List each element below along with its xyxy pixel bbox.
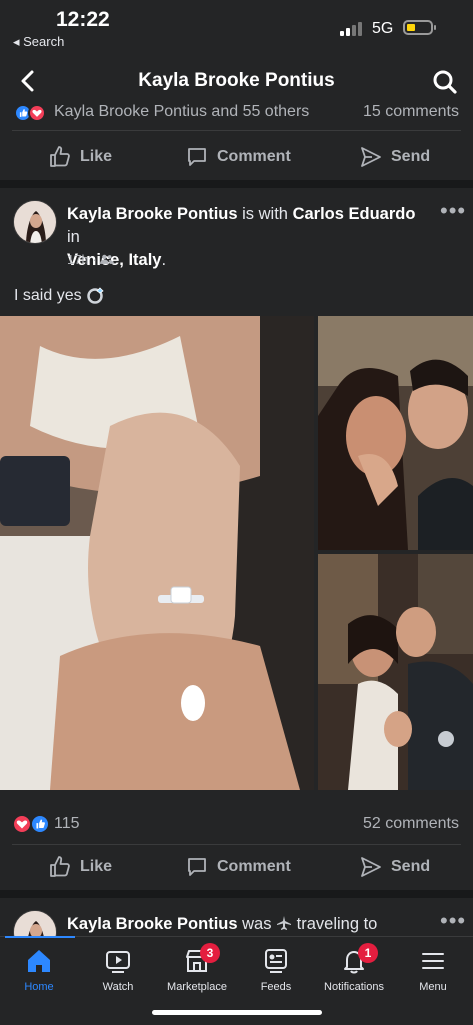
- signal-icon: [340, 22, 364, 36]
- post-caption: I said yes: [14, 287, 82, 304]
- author-name[interactable]: Kayla Brooke Pontius: [67, 205, 238, 223]
- next-author-avatar[interactable]: [13, 910, 57, 936]
- comment-button[interactable]: Comment: [185, 844, 291, 890]
- connector-text: is with: [237, 205, 293, 223]
- marketplace-badge: 3: [200, 943, 220, 963]
- previous-comment-button[interactable]: Comment: [185, 134, 291, 180]
- menu-icon: [422, 953, 444, 969]
- avatar-photo: [14, 911, 56, 936]
- send-label: Send: [391, 148, 431, 165]
- comments-count[interactable]: 52 comments: [363, 815, 459, 833]
- status-bar: 12:22 ◂ Search 5G: [0, 0, 473, 58]
- love-reaction-icon: [12, 814, 32, 834]
- couple-night-photo: [318, 554, 473, 790]
- like-label: Like: [80, 148, 113, 165]
- battery-icon: [403, 20, 436, 35]
- couple-photo-bottom[interactable]: [318, 554, 473, 790]
- network-label: 5G: [372, 20, 394, 37]
- tab-notifications[interactable]: 1 Notifications: [314, 943, 394, 993]
- next-post-options-button[interactable]: •••: [440, 908, 466, 934]
- send-icon: [361, 147, 381, 167]
- tagged-person[interactable]: Carlos Eduardo: [293, 205, 416, 223]
- back-to-search-link[interactable]: ◂ Search: [13, 34, 64, 50]
- like-reaction-icon: [30, 814, 50, 834]
- active-tab-indicator: [5, 936, 75, 938]
- tab-menu-label: Menu: [419, 981, 447, 993]
- status-time: 12:22: [56, 8, 110, 31]
- post-header-text: Kayla Brooke Pontius is with Carlos Edua…: [67, 203, 427, 272]
- post-options-button[interactable]: •••: [440, 198, 466, 224]
- reactions-row[interactable]: 115 52 comments: [12, 812, 461, 836]
- author-avatar[interactable]: [13, 200, 57, 244]
- watch-icon: [106, 951, 130, 973]
- divider: [12, 130, 461, 131]
- tab-watch-label: Watch: [102, 981, 134, 993]
- comment-label: Comment: [217, 858, 291, 875]
- home-indicator[interactable]: [152, 1010, 322, 1015]
- search-icon: [433, 70, 457, 94]
- location-prefix: in: [67, 228, 80, 246]
- airplane-icon: [277, 916, 292, 930]
- couple-photo-top[interactable]: [318, 316, 473, 550]
- previous-reactions-row[interactable]: Kayla Brooke Pontius and 55 others 15 co…: [14, 104, 464, 122]
- feeds-icon: [265, 949, 287, 973]
- send-label: Send: [391, 858, 431, 875]
- reaction-count: 115: [54, 815, 80, 832]
- thumbs-up-icon: [50, 856, 70, 877]
- post-time[interactable]: 17h: [67, 252, 89, 267]
- thumbs-up-icon: [50, 146, 70, 167]
- comment-label: Comment: [217, 148, 291, 165]
- avatar-photo: [14, 201, 56, 243]
- notifications-badge: 1: [358, 943, 378, 963]
- next-connector: was: [237, 915, 277, 933]
- post-text: I said yes: [14, 284, 106, 305]
- tab-notifications-label: Notifications: [324, 981, 384, 993]
- location-suffix: .: [161, 251, 167, 269]
- post-card: Kayla Brooke Pontius is with Carlos Edua…: [0, 188, 473, 890]
- love-reaction-icon: [28, 104, 46, 122]
- like-button[interactable]: Like: [48, 844, 112, 890]
- tab-home[interactable]: Home: [0, 947, 79, 993]
- post-meta: 17h ·: [67, 252, 115, 267]
- page-title: Kayla Brooke Pontius: [138, 70, 335, 91]
- tab-feeds-label: Feeds: [260, 981, 292, 993]
- search-button[interactable]: [432, 69, 458, 95]
- previous-reactions-text: Kayla Brooke Pontius and 55 others: [54, 104, 310, 120]
- next-activity: traveling to: [292, 915, 378, 933]
- like-label: Like: [80, 858, 113, 875]
- comment-icon: [188, 148, 206, 166]
- top-nav-bar: Kayla Brooke Pontius: [0, 58, 473, 108]
- next-author-name[interactable]: Kayla Brooke Pontius: [67, 915, 238, 933]
- previous-like-button[interactable]: Like: [48, 134, 112, 180]
- previous-post-footer: Kayla Brooke Pontius and 55 others 15 co…: [0, 104, 473, 180]
- tab-marketplace[interactable]: 3 Marketplace: [157, 943, 237, 993]
- next-post-header: Kayla Brooke Pontius was traveling to: [67, 913, 427, 936]
- previous-comments-count[interactable]: 15 comments: [363, 104, 459, 121]
- tab-feeds[interactable]: Feeds: [236, 947, 316, 993]
- comment-icon: [188, 858, 206, 876]
- friends-audience-icon: [100, 254, 115, 264]
- home-icon: [28, 950, 50, 972]
- couple-selfie-photo: [318, 316, 473, 550]
- send-button[interactable]: Send: [359, 844, 430, 890]
- ring-hand-photo: [0, 316, 314, 790]
- tab-menu[interactable]: Menu: [393, 947, 473, 993]
- tab-watch[interactable]: Watch: [78, 947, 158, 993]
- tab-home-label: Home: [24, 981, 54, 993]
- send-icon: [361, 857, 381, 877]
- ring-emoji-icon: [87, 287, 104, 304]
- main-photo[interactable]: [0, 316, 314, 790]
- next-post-card: Kayla Brooke Pontius was traveling to ••…: [0, 898, 473, 936]
- tab-marketplace-label: Marketplace: [167, 981, 227, 993]
- previous-send-button[interactable]: Send: [359, 134, 430, 180]
